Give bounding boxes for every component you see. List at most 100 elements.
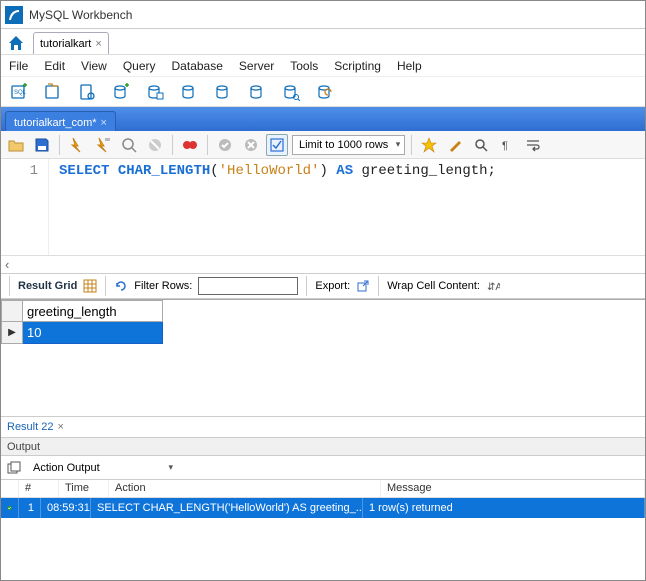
- menu-scripting[interactable]: Scripting: [334, 59, 381, 73]
- output-stack-icon[interactable]: [7, 461, 21, 475]
- wrap-icon[interactable]: [522, 134, 544, 156]
- stop-on-error-icon[interactable]: [179, 134, 201, 156]
- db-func-icon[interactable]: [245, 80, 269, 104]
- window-titlebar: MySQL Workbench: [1, 1, 645, 29]
- code-line[interactable]: SELECT CHAR_LENGTH('HelloWorld') AS gree…: [49, 159, 502, 255]
- rollback-icon[interactable]: [240, 134, 262, 156]
- menubar: File Edit View Query Database Server Too…: [1, 55, 645, 77]
- log-col-time: Time: [59, 480, 109, 497]
- inspector-icon[interactable]: [75, 80, 99, 104]
- log-message: 1 row(s) returned: [363, 498, 645, 518]
- result-grid-label: Result Grid: [18, 280, 77, 292]
- output-type-label: Action Output: [33, 462, 100, 474]
- separator: [105, 276, 106, 296]
- close-icon[interactable]: ×: [95, 38, 101, 50]
- log-time: 08:59:31: [41, 498, 91, 518]
- connection-tab-label: tutorialkart: [40, 38, 91, 50]
- result-tab[interactable]: Result 22: [7, 421, 53, 433]
- menu-database[interactable]: Database: [172, 59, 223, 73]
- autocommit-toggle-icon[interactable]: [266, 134, 288, 156]
- export-icon[interactable]: [356, 279, 370, 293]
- db-rebuild-icon[interactable]: [313, 80, 337, 104]
- editor-toolbar: Limit to 1000 rows ¶: [1, 131, 645, 159]
- db-proc-icon[interactable]: [211, 80, 235, 104]
- row-limit-label: Limit to 1000 rows: [299, 139, 388, 151]
- result-toolbar: Result Grid Filter Rows: Export: Wrap Ce…: [1, 273, 645, 299]
- separator: [207, 135, 208, 155]
- query-tab-label: tutorialkart_com*: [14, 117, 97, 129]
- separator: [59, 135, 60, 155]
- menu-file[interactable]: File: [9, 59, 28, 73]
- result-grid[interactable]: greeting_length ▶ 10: [1, 299, 645, 416]
- svg-text:¶: ¶: [502, 140, 508, 152]
- main-toolbar: SQL: [1, 77, 645, 107]
- execute-current-icon[interactable]: [92, 134, 114, 156]
- line-number: 1: [1, 163, 38, 179]
- invisible-chars-icon[interactable]: ¶: [496, 134, 518, 156]
- output-log-row[interactable]: 1 08:59:31 SELECT CHAR_LENGTH('HelloWorl…: [1, 498, 645, 518]
- open-file-icon[interactable]: [5, 134, 27, 156]
- scroll-left-icon[interactable]: ‹: [1, 255, 645, 273]
- row-limit-select[interactable]: Limit to 1000 rows: [292, 135, 405, 155]
- output-empty-area: [1, 518, 645, 548]
- menu-edit[interactable]: Edit: [44, 59, 65, 73]
- column-header[interactable]: greeting_length: [23, 300, 163, 322]
- log-num: 1: [19, 498, 41, 518]
- result-tabstrip: Result 22 ×: [1, 416, 645, 438]
- query-tab-strip: tutorialkart_com* ×: [1, 107, 645, 131]
- cell-value[interactable]: 10: [23, 322, 163, 344]
- stop-icon[interactable]: [144, 134, 166, 156]
- wrap-cell-icon[interactable]: ⇵A: [486, 279, 500, 293]
- close-icon[interactable]: ×: [57, 421, 63, 433]
- execute-icon[interactable]: [66, 134, 88, 156]
- db-add-icon[interactable]: [109, 80, 133, 104]
- sql-editor[interactable]: 1 SELECT CHAR_LENGTH('HelloWorld') AS gr…: [1, 159, 645, 255]
- log-col-action: Action: [109, 480, 381, 497]
- db-view-icon[interactable]: [177, 80, 201, 104]
- new-sql-tab-icon[interactable]: SQL: [7, 80, 31, 104]
- log-col-status: [1, 480, 19, 497]
- output-panel-header: Output: [1, 438, 645, 456]
- export-label: Export:: [315, 280, 350, 292]
- db-search-icon[interactable]: [279, 80, 303, 104]
- line-gutter: 1: [1, 159, 49, 255]
- output-type-select[interactable]: Action Output: [27, 459, 177, 477]
- table-row[interactable]: ▶ 10: [1, 322, 645, 344]
- commit-icon[interactable]: [214, 134, 236, 156]
- beautify-icon[interactable]: [418, 134, 440, 156]
- menu-tools[interactable]: Tools: [290, 59, 318, 73]
- home-icon[interactable]: [5, 32, 27, 54]
- grid-empty-area: [1, 344, 645, 416]
- row-header-corner: [1, 300, 23, 322]
- separator: [172, 135, 173, 155]
- filter-rows-label: Filter Rows:: [134, 280, 192, 292]
- separator: [411, 135, 412, 155]
- close-icon[interactable]: ×: [101, 117, 107, 129]
- explain-icon[interactable]: [118, 134, 140, 156]
- connection-tabbar: tutorialkart ×: [1, 29, 645, 55]
- query-tab[interactable]: tutorialkart_com* ×: [5, 111, 116, 131]
- separator: [306, 276, 307, 296]
- db-table-icon[interactable]: [143, 80, 167, 104]
- grid-header-row: greeting_length: [1, 300, 645, 322]
- brush-icon[interactable]: [444, 134, 466, 156]
- connection-tab[interactable]: tutorialkart ×: [33, 32, 109, 54]
- menu-query[interactable]: Query: [123, 59, 156, 73]
- open-sql-icon[interactable]: [41, 80, 65, 104]
- window-title: MySQL Workbench: [29, 8, 132, 22]
- output-log-header: # Time Action Message: [1, 480, 645, 498]
- separator: [378, 276, 379, 296]
- menu-server[interactable]: Server: [239, 59, 274, 73]
- separator: [9, 276, 10, 296]
- status-ok-icon: [1, 498, 19, 518]
- row-selector-icon[interactable]: ▶: [1, 322, 23, 344]
- wrap-cell-label: Wrap Cell Content:: [387, 280, 480, 292]
- filter-rows-input[interactable]: [198, 277, 298, 295]
- grid-icon[interactable]: [83, 279, 97, 293]
- find-icon[interactable]: [470, 134, 492, 156]
- log-col-message: Message: [381, 480, 645, 497]
- save-icon[interactable]: [31, 134, 53, 156]
- menu-help[interactable]: Help: [397, 59, 422, 73]
- refresh-icon[interactable]: [114, 279, 128, 293]
- menu-view[interactable]: View: [81, 59, 107, 73]
